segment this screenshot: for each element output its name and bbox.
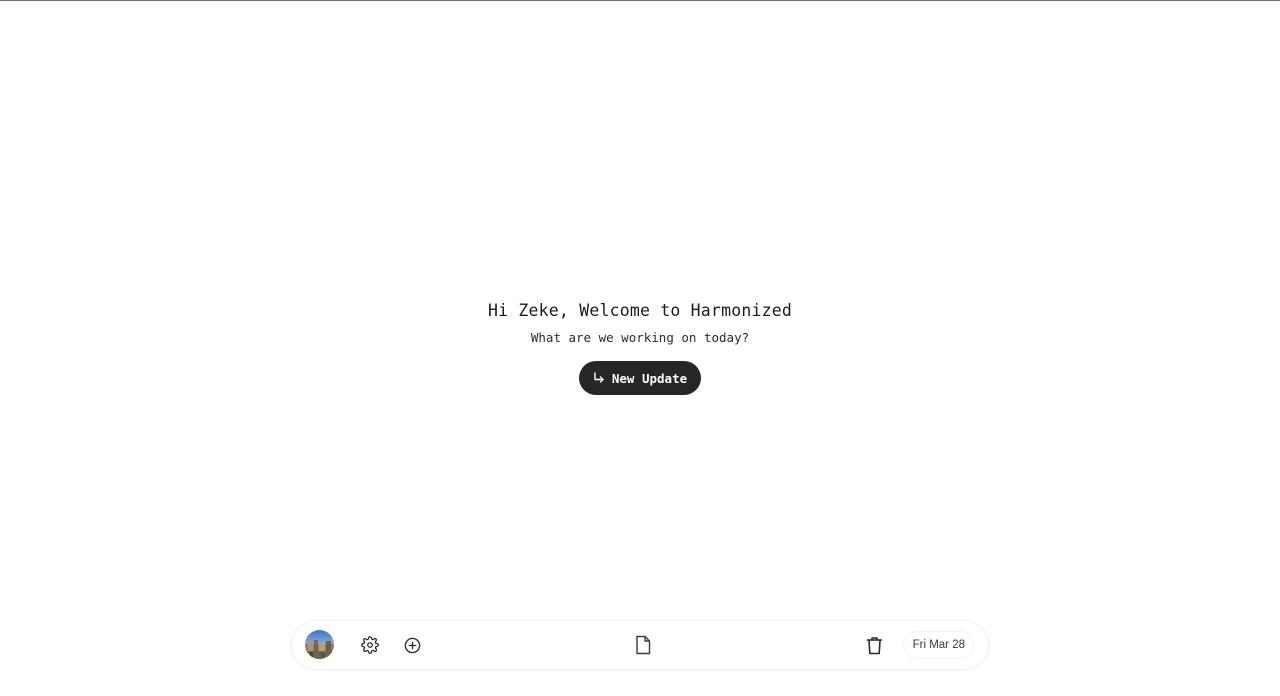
date-label[interactable]: Fri Mar 28 (903, 632, 974, 658)
document-icon[interactable] (630, 621, 656, 669)
trash-icon[interactable] (861, 621, 887, 669)
app-window: Hi Zeke, Welcome to Harmonized What are … (0, 0, 1280, 696)
new-update-label: New Update (611, 370, 688, 386)
welcome-subtitle: What are we working on today? (530, 330, 750, 345)
new-update-button[interactable]: New Update (578, 361, 702, 395)
welcome-title: Hi Zeke, Welcome to Harmonized (487, 301, 792, 320)
return-arrow-icon (592, 371, 606, 385)
bottom-toolbar: Fri Mar 28 (292, 621, 988, 669)
welcome-section: Hi Zeke, Welcome to Harmonized What are … (0, 299, 1280, 395)
plus-circle-icon[interactable] (399, 621, 425, 669)
gear-icon[interactable] (357, 621, 383, 669)
user-avatar[interactable] (305, 630, 334, 659)
